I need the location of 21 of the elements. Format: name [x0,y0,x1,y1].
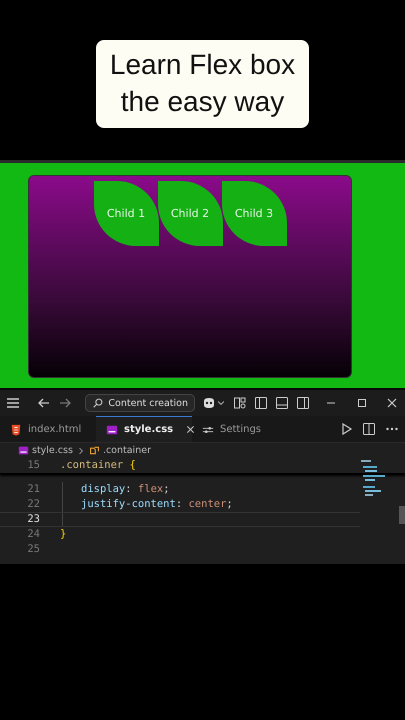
editor-tab[interactable]: Settings [192,416,288,442]
breadcrumb-item[interactable]: .container [102,445,151,456]
line-number: 25 [26,542,41,557]
editor-tab[interactable]: style.css [96,416,192,442]
flex-child: Child 3 [222,181,286,246]
breadcrumb-item[interactable]: style.css [32,445,73,456]
line-number: 23 [26,512,41,527]
code-line: .container { [60,458,136,473]
flex-child: Child 1 [94,181,158,246]
caption-text: Learn Flex box [110,48,296,82]
editor-tab[interactable]: index.html [0,416,96,442]
flex-child: Child 2 [158,181,222,246]
line-number: 15 [26,458,41,473]
code-line: justify-content: center; [80,497,233,512]
line-number: 22 [26,497,41,512]
line-number: 21 [26,482,41,497]
caption-text: the easy way [120,85,284,119]
search-field[interactable]: Content creation [85,394,196,412]
code-line: } [60,527,66,542]
line-number: 24 [26,527,41,542]
code-line: display: flex; [80,482,170,497]
